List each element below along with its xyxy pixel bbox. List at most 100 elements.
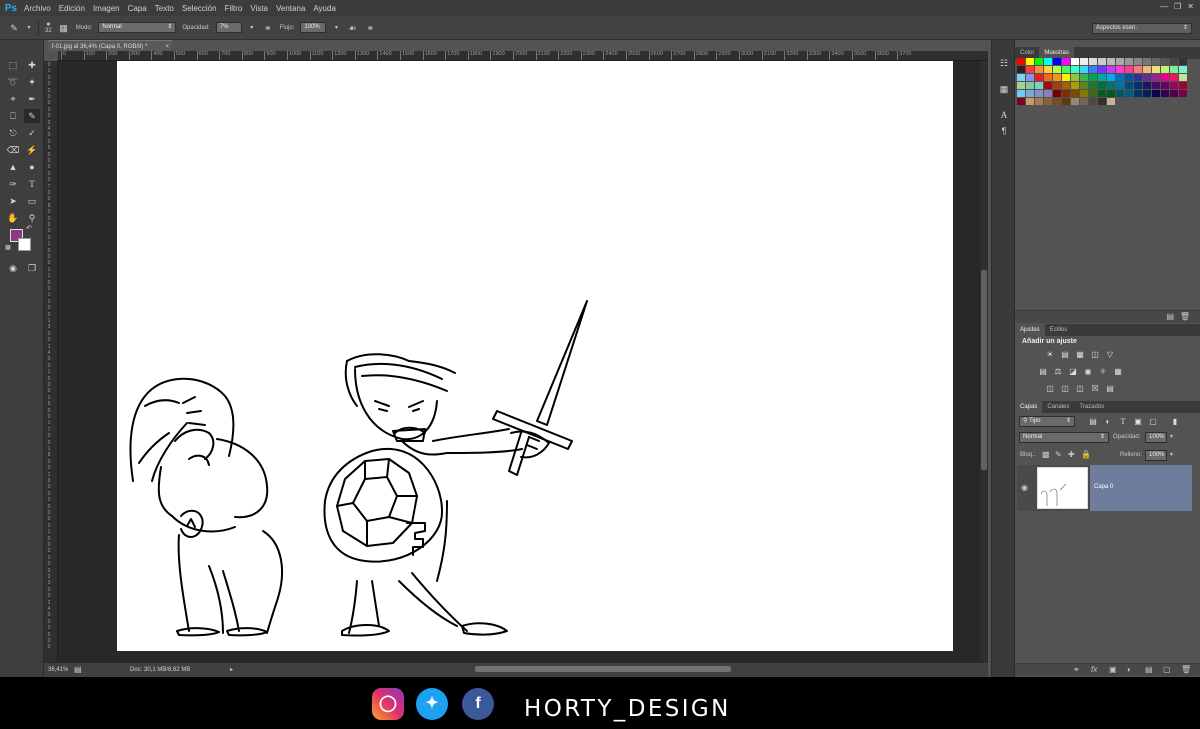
color-swatch[interactable] <box>1017 90 1025 97</box>
posterize-adjust-icon[interactable]: ◫ <box>1060 384 1070 393</box>
color-swatch[interactable] <box>1125 74 1133 81</box>
menu-imagen[interactable]: Imagen <box>93 4 120 13</box>
horizontal-scroll-thumb[interactable] <box>475 666 731 672</box>
color-swatch[interactable] <box>1035 74 1043 81</box>
color-swatch[interactable] <box>1071 58 1079 65</box>
color-swatch[interactable] <box>1035 58 1043 65</box>
color-swatch[interactable] <box>1152 82 1160 89</box>
color-swatch[interactable] <box>1071 66 1079 73</box>
color-swatch[interactable] <box>1053 74 1061 81</box>
color-swatch[interactable] <box>1107 82 1115 89</box>
color-swatch[interactable] <box>1053 58 1061 65</box>
color-swatch[interactable] <box>1017 58 1025 65</box>
color-swatch[interactable] <box>1143 74 1151 81</box>
new-adjustment-layer-icon[interactable]: ◐ <box>1127 665 1132 674</box>
color-swatch[interactable] <box>1062 82 1070 89</box>
color-swatch[interactable] <box>1170 82 1178 89</box>
color-swatch[interactable] <box>1134 90 1142 97</box>
color-swatch[interactable] <box>1044 90 1052 97</box>
rectangle-tool-icon[interactable]: ▭ <box>24 194 40 208</box>
color-swatch[interactable] <box>1062 98 1070 105</box>
color-swatch[interactable] <box>1161 66 1169 73</box>
color-swatch[interactable] <box>1161 58 1169 65</box>
color-swatch[interactable] <box>1062 74 1070 81</box>
color-swatch[interactable] <box>1161 74 1169 81</box>
color-swatch[interactable] <box>1116 58 1124 65</box>
color-swatch[interactable] <box>1035 90 1043 97</box>
chevron-down-icon[interactable]: ▾ <box>1170 433 1173 440</box>
tab-layers[interactable]: Capas <box>1015 401 1043 413</box>
paint-bucket-tool-icon[interactable]: ⚡ <box>24 143 40 157</box>
photo-filter-adjust-icon[interactable]: ◉ <box>1083 367 1093 376</box>
color-swatch[interactable] <box>1053 98 1061 105</box>
hue-saturation-adjust-icon[interactable]: ▤ <box>1038 367 1048 376</box>
color-swatch[interactable] <box>1116 90 1124 97</box>
color-swatch[interactable] <box>1125 58 1133 65</box>
workspace-select[interactable]: Aspectos esen. ⇕ <box>1092 23 1192 34</box>
color-swatch[interactable] <box>1071 90 1079 97</box>
color-swatch[interactable] <box>1143 90 1151 97</box>
restore-icon[interactable]: ❐ <box>1174 2 1181 11</box>
color-swatch[interactable] <box>1035 82 1043 89</box>
healing-brush-tool-icon[interactable]: ⎕ <box>5 109 21 123</box>
selective-color-adjust-icon[interactable]: ☒ <box>1090 384 1100 393</box>
filter-pixel-icon[interactable]: ▤ <box>1088 417 1098 426</box>
curves-adjust-icon[interactable]: ▦ <box>1075 350 1085 359</box>
new-layer-icon[interactable]: ▢ <box>1163 665 1171 674</box>
color-swatch[interactable] <box>1161 82 1169 89</box>
black-white-adjust-icon[interactable]: ◪ <box>1068 367 1078 376</box>
color-swatch[interactable] <box>1098 58 1106 65</box>
eraser-tool-icon[interactable]: ⌫ <box>5 143 21 157</box>
color-swatch[interactable] <box>1089 66 1097 73</box>
color-swatch[interactable] <box>1053 82 1061 89</box>
delete-swatch-icon[interactable]: 🗑 <box>1180 312 1190 321</box>
gradient-map-adjust-icon[interactable]: ▤ <box>1105 384 1115 393</box>
lasso-tool-icon[interactable]: ➰ <box>5 75 21 89</box>
brush-panel-icon[interactable]: ▦ <box>58 22 70 34</box>
chevron-down-icon[interactable]: ▾ <box>332 22 340 34</box>
color-swatch[interactable] <box>1125 82 1133 89</box>
color-swatch[interactable] <box>1080 74 1088 81</box>
threshold-adjust-icon[interactable]: ◫ <box>1075 384 1085 393</box>
color-swatch[interactable] <box>1098 74 1106 81</box>
filter-toggle-icon[interactable]: ▮ <box>1170 417 1180 426</box>
color-swatch[interactable] <box>1044 82 1052 89</box>
color-swatch[interactable] <box>1170 90 1178 97</box>
fill-input[interactable]: 100% <box>1145 450 1167 461</box>
color-swatch[interactable] <box>1179 90 1187 97</box>
color-swatch[interactable] <box>1026 74 1034 81</box>
color-swatch[interactable] <box>1179 74 1187 81</box>
color-swatch[interactable] <box>1143 82 1151 89</box>
add-mask-icon[interactable]: ▣ <box>1109 665 1117 674</box>
brightness-adjust-icon[interactable]: ☀ <box>1045 350 1055 359</box>
minimize-icon[interactable]: — <box>1160 2 1168 11</box>
color-swatch[interactable] <box>1026 66 1034 73</box>
color-swatch[interactable] <box>1017 98 1025 105</box>
type-tool-icon[interactable]: T <box>24 177 40 191</box>
color-swatch[interactable] <box>1179 58 1187 65</box>
color-swatch[interactable] <box>1134 82 1142 89</box>
quick-mask-icon[interactable]: ◉ <box>5 261 21 275</box>
color-swatch[interactable] <box>1071 98 1079 105</box>
color-swatch[interactable] <box>1062 66 1070 73</box>
vertical-scroll-thumb[interactable] <box>981 270 987 470</box>
tab-channels[interactable]: Canales <box>1042 401 1074 413</box>
color-swatch[interactable] <box>1107 90 1115 97</box>
color-swatch[interactable] <box>1017 82 1025 89</box>
color-swatch[interactable] <box>1071 74 1079 81</box>
levels-adjust-icon[interactable]: ▤ <box>1060 350 1070 359</box>
color-swatch[interactable] <box>1179 82 1187 89</box>
chevron-down-icon[interactable]: ▾ <box>1170 451 1173 458</box>
screen-mode-icon[interactable]: ❐ <box>24 261 40 275</box>
channel-mixer-adjust-icon[interactable]: ⚛ <box>1098 367 1108 376</box>
color-swatch[interactable] <box>1080 90 1088 97</box>
tab-adjustments[interactable]: Ajustes <box>1015 324 1045 336</box>
color-swatch[interactable] <box>1017 66 1025 73</box>
blur-tool-icon[interactable]: ▲ <box>5 160 21 174</box>
color-swatch[interactable] <box>1152 90 1160 97</box>
new-swatch-icon[interactable]: ▤ <box>1166 312 1174 321</box>
pen-tool-icon[interactable]: ✑ <box>5 177 21 191</box>
menu-edicion[interactable]: Edición <box>59 4 85 13</box>
eye-visibility-icon[interactable]: ◉ <box>1021 483 1028 492</box>
color-swatch[interactable] <box>1098 66 1106 73</box>
